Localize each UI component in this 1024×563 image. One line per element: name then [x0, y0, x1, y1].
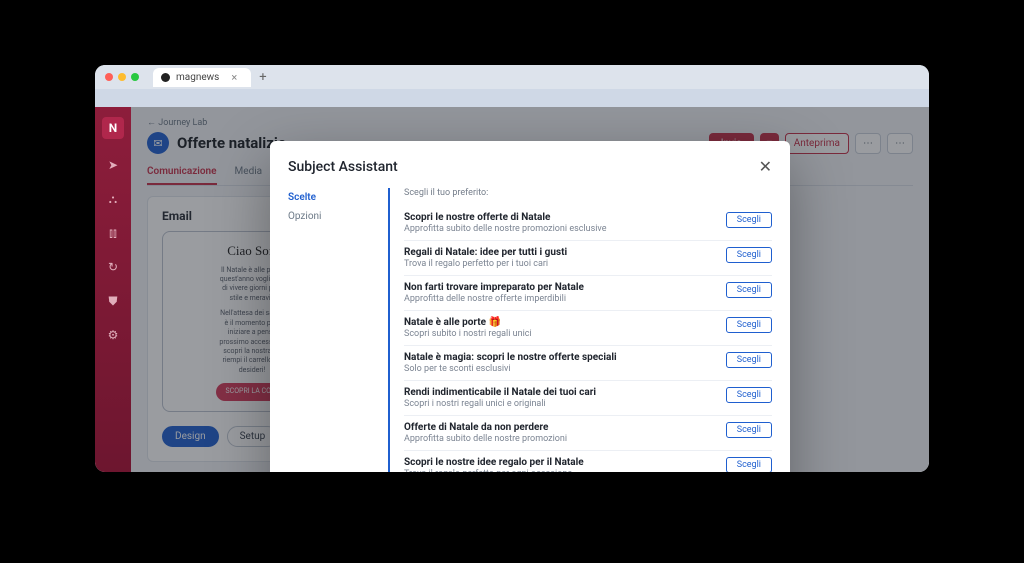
suggestion-subtitle: Trova il regalo perfetto per ogni occasi… — [404, 469, 584, 472]
history-icon[interactable]: ↻ — [105, 259, 121, 275]
app-root: N ➤ ⛬ ⫾⫾ ↻ ⛊ ⚙ ← Journey Lab ✉ Offerte n… — [95, 107, 929, 472]
new-tab-icon[interactable]: + — [259, 70, 266, 85]
suggestion-row: Non farti trovare impreparato per Natale… — [404, 276, 772, 311]
modal-main: Scegli il tuo preferito: Scopri le nostr… — [388, 188, 772, 472]
maximize-window-icon[interactable] — [131, 73, 139, 81]
app-logo-icon[interactable]: N — [102, 117, 124, 139]
choose-button[interactable]: Scegli — [726, 247, 772, 263]
browser-tab[interactable]: magnews × — [153, 68, 251, 87]
app-sidebar: N ➤ ⛬ ⫾⫾ ↻ ⛊ ⚙ — [95, 107, 131, 472]
close-window-icon[interactable] — [105, 73, 113, 81]
minimize-window-icon[interactable] — [118, 73, 126, 81]
suggestion-row: Natale è magia: scopri le nostre offerte… — [404, 346, 772, 381]
suggestion-subtitle: Scopri subito i nostri regali unici — [404, 329, 532, 339]
analytics-icon[interactable]: ⫾⫾ — [105, 225, 121, 241]
choose-button[interactable]: Scegli — [726, 282, 772, 298]
address-bar[interactable] — [95, 89, 929, 107]
modal-side-nav: Scelte Opzioni — [288, 188, 368, 472]
modal-title: Subject Assistant — [288, 159, 398, 175]
choose-button[interactable]: Scegli — [726, 212, 772, 228]
tab-close-icon[interactable]: × — [231, 71, 237, 84]
choose-button[interactable]: Scegli — [726, 387, 772, 403]
send-icon[interactable]: ➤ — [105, 157, 121, 173]
tab-title: magnews — [176, 72, 219, 83]
browser-window: magnews × + N ➤ ⛬ ⫾⫾ ↻ ⛊ ⚙ ← Journey Lab… — [95, 65, 929, 472]
suggestion-title: Offerte di Natale da non perdere — [404, 422, 567, 433]
suggestion-subtitle: Approfitta subito delle nostre promozion… — [404, 434, 567, 444]
suggestion-row: Scopri le nostre offerte di NataleApprof… — [404, 206, 772, 241]
modal-overlay[interactable]: Subject Assistant ✕ Scelte Opzioni Scegl… — [131, 107, 929, 472]
suggestion-title: Natale è magia: scopri le nostre offerte… — [404, 352, 617, 363]
favicon-icon — [161, 73, 170, 82]
suggestion-title: Non farti trovare impreparato per Natale — [404, 282, 584, 293]
suggestion-subtitle: Approfitta delle nostre offerte imperdib… — [404, 294, 584, 304]
suggestion-row: Scopri le nostre idee regalo per il Nata… — [404, 451, 772, 472]
suggestion-title: Scopri le nostre offerte di Natale — [404, 212, 607, 223]
suggestion-row: Regali di Natale: idee per tutti i gusti… — [404, 241, 772, 276]
choose-button[interactable]: Scegli — [726, 422, 772, 438]
subject-assistant-modal: Subject Assistant ✕ Scelte Opzioni Scegl… — [270, 141, 790, 472]
settings-icon[interactable]: ⚙ — [105, 327, 121, 343]
suggestion-title: Scopri le nostre idee regalo per il Nata… — [404, 457, 584, 468]
close-icon[interactable]: ✕ — [759, 157, 772, 176]
suggestion-title: Natale è alle porte 🎁 — [404, 317, 532, 328]
suggestion-title: Rendi indimenticabile il Natale dei tuoi… — [404, 387, 596, 398]
side-item-scelte[interactable]: Scelte — [288, 188, 368, 207]
choose-button[interactable]: Scegli — [726, 317, 772, 333]
modal-hint: Scegli il tuo preferito: — [404, 188, 772, 198]
suggestion-title: Regali di Natale: idee per tutti i gusti — [404, 247, 567, 258]
suggestion-list: Scopri le nostre offerte di NataleApprof… — [404, 206, 772, 472]
suggestion-subtitle: Trova il regalo perfetto per i tuoi cari — [404, 259, 567, 269]
side-item-opzioni[interactable]: Opzioni — [288, 207, 368, 226]
suggestion-row: Natale è alle porte 🎁Scopri subito i nos… — [404, 311, 772, 346]
suggestion-subtitle: Solo per te sconti esclusivi — [404, 364, 617, 374]
suggestion-row: Rendi indimenticabile il Natale dei tuoi… — [404, 381, 772, 416]
people-icon[interactable]: ⛬ — [105, 191, 121, 207]
suggestion-subtitle: Approfitta subito delle nostre promozion… — [404, 224, 607, 234]
suggestion-row: Offerte di Natale da non perdereApprofit… — [404, 416, 772, 451]
choose-button[interactable]: Scegli — [726, 457, 772, 472]
shield-icon[interactable]: ⛊ — [105, 293, 121, 309]
window-controls[interactable] — [105, 73, 139, 81]
choose-button[interactable]: Scegli — [726, 352, 772, 368]
browser-chrome: magnews × + — [95, 65, 929, 89]
suggestion-subtitle: Scopri i nostri regali unici e originali — [404, 399, 596, 409]
main-area: ← Journey Lab ✉ Offerte natalizie Invia … — [131, 107, 929, 472]
